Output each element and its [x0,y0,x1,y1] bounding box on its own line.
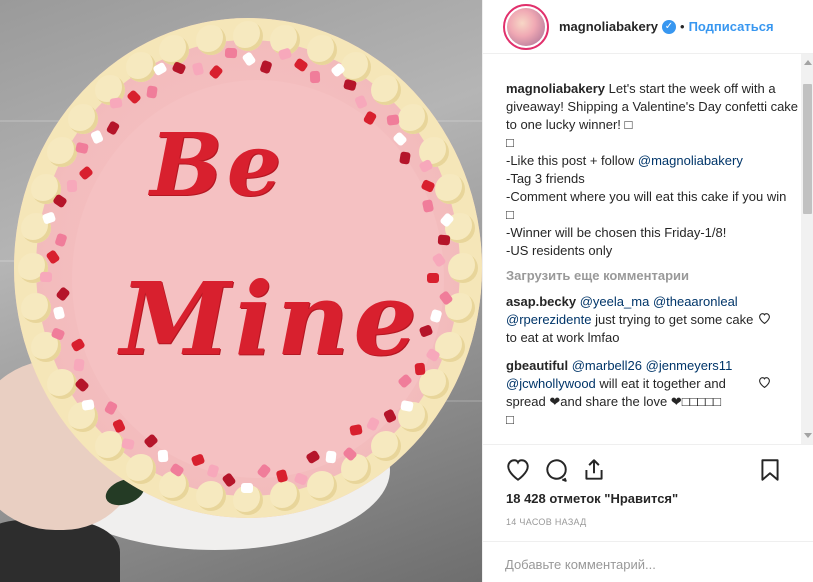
heart-sprinkle [240,483,254,494]
heart-sprinkle [224,47,238,59]
heart-sprinkle [398,150,411,165]
heart-sprinkle [67,179,78,193]
caption-text-us: -US residents only [506,243,613,258]
buttercream-dot [125,52,156,83]
comment-mention[interactable]: @yeela_ma [580,294,650,309]
follow-button[interactable]: Подписаться [689,19,774,34]
heart-sprinkle [109,97,123,109]
post-timestamp[interactable]: 14 ЧАСОВ НАЗАД [506,517,587,527]
action-icons [505,457,795,485]
buttercream-dot [306,34,337,65]
caption-text-comment: -Comment where you will eat this cake if… [506,189,787,204]
buttercream-dot [371,430,402,461]
cake-text-be: Be [150,115,286,216]
add-comment-input[interactable] [505,554,795,574]
heart-sprinkle [325,450,337,464]
comments-list[interactable]: magnoliabakery Let's start the week off … [483,54,801,444]
comment-mention[interactable]: @theaaronleal [653,294,738,309]
buttercream-dot [195,24,226,55]
comment-item: asap.becky @yeela_ma @theaaronleal @rper… [506,293,801,347]
buttercream-dot [46,369,77,399]
comment-emoji-tail: □ [506,412,514,427]
cake-text-mine: Mine [120,260,422,378]
scroll-up-icon[interactable] [804,60,812,65]
caption-text-follow: -Like this post + follow [506,153,638,168]
post-photo[interactable]: Be Mine [0,0,482,582]
caption-text-tag: -Tag 3 friends [506,171,585,186]
buttercream-dot [195,481,226,512]
buttercream-dot [68,103,99,134]
share-icon[interactable] [581,457,607,483]
actions-bar: 18 428 отметок "Нравится" 14 ЧАСОВ НАЗАД [483,444,813,582]
heart-sprinkle [73,358,85,372]
comment-like-heart-icon[interactable] [758,375,771,393]
bookmark-icon[interactable] [757,457,783,483]
buttercream-dot [340,453,371,484]
heart-sprinkle [145,85,158,99]
load-more-comments[interactable]: Загрузить еще комментарии [506,268,801,283]
caption: magnoliabakery Let's start the week off … [506,80,801,260]
comment-item: gbeautiful @marbell26 @jenmeyers11 @jcwh… [506,357,801,429]
caption-text-winner: -Winner will be chosen this Friday-1/8! [506,225,727,240]
comments-scrollbar[interactable] [801,54,813,444]
scroll-down-icon[interactable] [804,433,812,438]
buttercream-dot [435,173,466,204]
add-comment-area [483,541,813,582]
emoji-line: □ [506,135,514,150]
heart-sprinkle [121,437,136,450]
buttercream-dot [448,253,478,283]
post-header: magnoliabakery ✓ • Подписаться [483,0,813,54]
buttercream-dot [233,21,263,51]
heart-icon[interactable] [505,457,531,483]
comment-mention[interactable]: @marbell26 [572,358,642,373]
comment-mention[interactable]: @jenmeyers11 [646,358,733,373]
heart-sprinkle [39,271,53,282]
heart-sprinkle [386,113,400,126]
comment-username[interactable]: gbeautiful [506,358,568,373]
caption-username[interactable]: magnoliabakery [506,81,605,96]
emoji-line: □ [506,207,514,222]
separator-dot: • [680,19,685,34]
heart-sprinkle [349,424,363,436]
heart-sprinkle [157,449,169,462]
heart-sprinkle [426,272,439,283]
buttercream-dot [397,103,428,134]
comment-icon[interactable] [543,457,569,483]
scroll-thumb[interactable] [803,84,812,214]
buttercream-dot [340,52,371,83]
buttercream-dot [94,430,125,461]
emoji-placeholder: □ [624,117,633,132]
heart-sprinkle [437,235,451,246]
header-username[interactable]: magnoliabakery [559,19,658,34]
comment-like-heart-icon[interactable] [758,311,771,329]
comment-mention[interactable]: @rperezidente [506,312,591,327]
comment-username[interactable]: asap.becky [506,294,576,309]
verified-badge-icon: ✓ [662,19,676,34]
heart-sprinkle [80,398,95,411]
buttercream-dot [125,453,156,484]
caption-mention[interactable]: @magnoliabakery [638,153,743,168]
buttercream-dot [306,471,337,501]
buttercream-dot [46,137,77,167]
heart-sprinkle [310,71,321,84]
avatar[interactable] [503,3,549,50]
post-sidebar: magnoliabakery ✓ • Подписаться magnoliab… [482,0,813,582]
likes-count[interactable]: 18 428 отметок "Нравится" [506,491,678,506]
comment-mention[interactable]: @jcwhollywood [506,376,596,391]
